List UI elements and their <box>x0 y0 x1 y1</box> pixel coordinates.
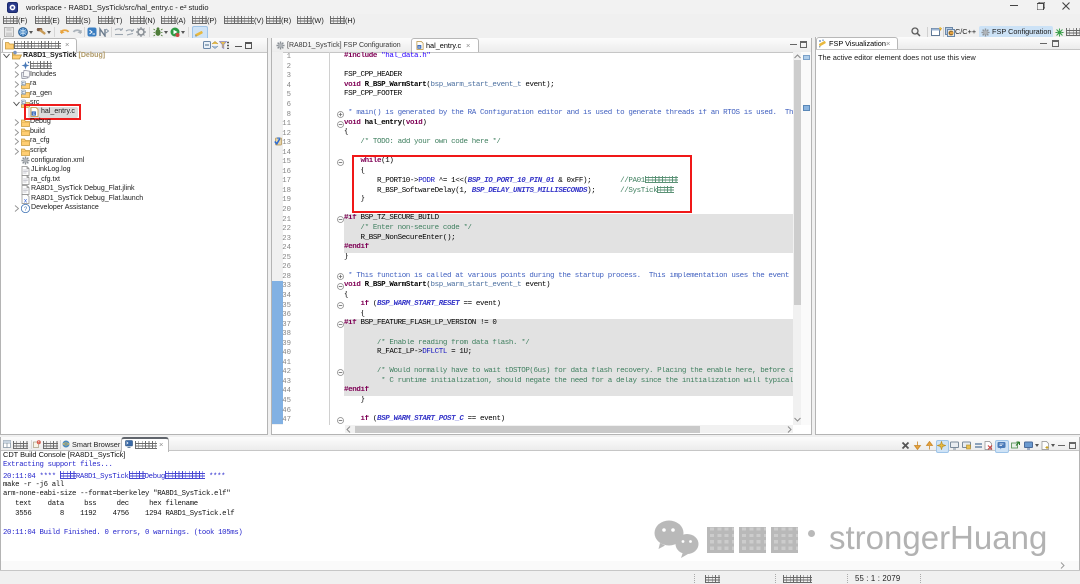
svg-text:c: c <box>418 44 420 49</box>
